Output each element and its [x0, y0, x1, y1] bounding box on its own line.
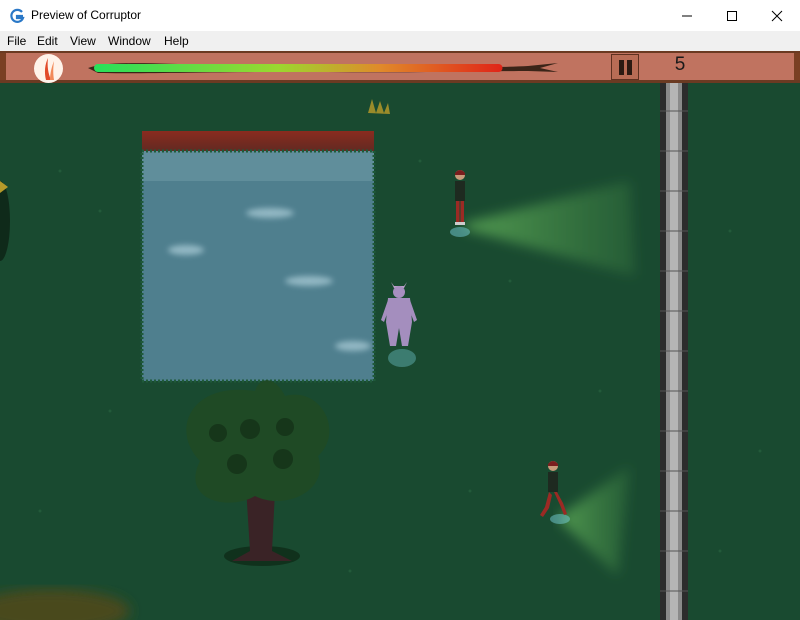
score-counter: 5: [674, 54, 686, 75]
gamemaker-icon: [9, 8, 25, 24]
health-bar: [88, 63, 558, 74]
claw-avatar-icon: [34, 54, 63, 83]
health-bar-fill: [94, 64, 503, 72]
menu-window[interactable]: Window: [108, 34, 151, 48]
close-button[interactable]: [754, 0, 800, 31]
hud-bar: 5: [0, 51, 800, 83]
menu-edit[interactable]: Edit: [37, 34, 58, 48]
horned-demon-player: [381, 282, 417, 367]
edge-bush: [0, 181, 10, 261]
vision-cone: [560, 466, 630, 576]
dirt-patch: [0, 589, 130, 620]
maximize-icon: [727, 10, 737, 21]
title-bar[interactable]: Preview of Corruptor: [0, 0, 800, 31]
menu-view[interactable]: View: [70, 34, 96, 48]
hud-edge: [794, 53, 800, 80]
pause-button[interactable]: [611, 54, 639, 80]
pause-icon: [627, 60, 632, 75]
pause-icon: [619, 60, 624, 75]
menu-file[interactable]: File: [7, 34, 26, 48]
vision-cone: [465, 181, 635, 276]
hud-edge: [0, 53, 6, 80]
game-viewport[interactable]: 5: [0, 51, 800, 620]
human-guard: [450, 170, 470, 237]
window-title: Preview of Corruptor: [31, 8, 142, 22]
close-icon: [771, 10, 783, 21]
tree: [186, 380, 330, 566]
menu-bar: File Edit View Window Help: [0, 31, 800, 51]
menu-help[interactable]: Help: [164, 34, 189, 48]
minimize-icon: [682, 15, 692, 16]
minimize-button[interactable]: [664, 0, 710, 31]
human-guard: [540, 461, 570, 524]
maximize-button[interactable]: [709, 0, 755, 31]
grass-tuft: [368, 99, 390, 114]
pond: [140, 131, 376, 383]
